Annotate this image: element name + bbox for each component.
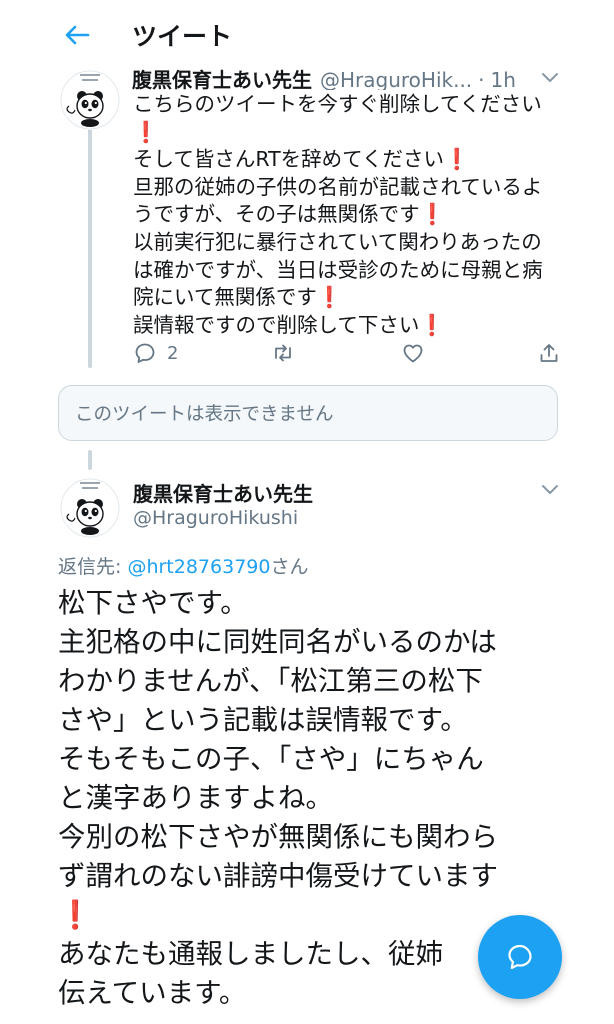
thread-connector [88,450,92,470]
tweet-text-line: 今別の松下さやが無関係にも関わら [58,821,498,853]
tweet-text-line: 以前実行犯に暴行されていて関わりあったの [133,229,542,254]
reply-to-label: 返信先: [58,556,128,578]
tweet-text-line: 旦那の従姉の子供の名前が記載されているよ [133,174,543,199]
share-icon [540,344,558,362]
tweet-text-line: そもそもこの子、「さや」にちゃん [58,743,484,775]
tweet-text-line: は確かですが、当日は受診のために母親と病 [133,257,543,282]
display-name[interactable]: 腹黒保育士あい先生 [132,68,312,90]
tweet-text: こちらのツイートを今すぐ削除してください ❗ そして皆さんRTを辞めてください❗… [133,91,573,339]
tweet-text-line: 松下さやです。 [58,587,248,619]
reply-button[interactable]: 2 [133,340,178,366]
tweet-actions: 2 [133,340,563,366]
username[interactable]: @HraguroHik... [320,68,472,90]
chevron-down-icon[interactable] [539,66,561,88]
retweet-icon [275,344,291,362]
exclamation-icon: ❗ [133,119,159,144]
thread-connector [88,128,92,368]
share-button[interactable] [537,340,561,366]
page-title: ツイート [132,22,233,51]
reply-to-suffix: さん [270,556,309,578]
like-button[interactable] [401,340,425,366]
exclamation-icon: ❗ [419,312,445,337]
tweet-text-line: 主犯格の中に同姓同名がいるのかは [58,626,497,658]
chevron-down-icon[interactable] [539,478,561,500]
tweet-text-line: 誤情報ですので削除して下さい❗ [133,312,445,337]
avatar[interactable] [60,478,120,538]
tweet-text-line: こちらのツイートを今すぐ削除してください [133,92,542,116]
exclamation-icon: ❗ [444,147,470,172]
tweet-header: 腹黒保育士あい先生 @HraguroHik... · 1h [132,64,574,90]
separator-dot: · [478,68,485,90]
tweet-text-line: わかりませんが、「松江第三の松下 [58,665,483,697]
exclamation-icon: ❗ [419,202,446,227]
tweet-text-line: うですが、その子は無関係です❗ [133,202,446,227]
reply-to-line: 返信先: @hrt28763790さん [58,552,308,579]
exclamation-icon: ❗ [58,899,93,931]
username[interactable]: @HraguroHikushi [133,507,298,529]
back-arrow-icon[interactable] [62,20,92,50]
reply-mention-link[interactable]: @hrt28763790 [127,556,270,578]
display-name[interactable]: 腹黒保育士あい先生 [133,478,313,507]
tweet-text-line: ❗ [133,119,573,147]
tweet-text-line: ず謂れのない誹謗中傷受けています [58,860,498,892]
retweet-button[interactable] [271,340,295,366]
tweet-text-line: と漢字ありますよね。 [58,782,333,814]
compose-reply-button[interactable] [478,915,562,999]
reply-icon [135,343,155,363]
top-bar: ツイート [0,0,614,70]
tweet-text-line: さや」という記載は誤情報です。 [58,704,468,736]
unavailable-tweet-notice: このツイートは表示できません [58,385,558,441]
avatar[interactable] [60,70,120,130]
reply-bubble-icon [508,944,532,970]
timestamp[interactable]: 1h [491,68,516,90]
heart-icon [403,344,423,363]
tweet-text-line: そして皆さんRTを辞めてください❗ [133,147,470,172]
exclamation-icon: ❗ [316,285,343,310]
tweet-text-line: 院にいて無関係です❗ [133,285,343,310]
reply-count: 2 [167,342,179,364]
